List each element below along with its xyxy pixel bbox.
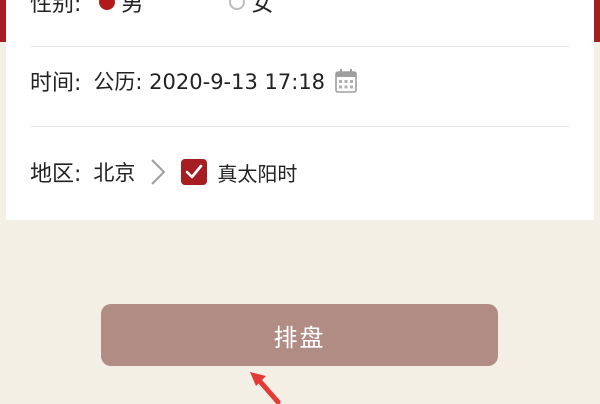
submit-button[interactable]: 排盘 xyxy=(101,304,498,366)
gender-option-label: 女 xyxy=(251,0,274,17)
chevron-right-icon[interactable] xyxy=(149,157,167,187)
region-value[interactable]: 北京 xyxy=(93,157,135,187)
time-row[interactable]: 时间: 公历: 2020-9-13 17:18 xyxy=(30,61,570,101)
time-label: 时间: xyxy=(30,71,82,96)
region-label: 地区: xyxy=(30,162,82,187)
gender-option-male[interactable]: 男 xyxy=(99,0,143,18)
gender-option-female[interactable]: 女 xyxy=(229,0,273,18)
annotation-arrow-icon xyxy=(250,372,281,404)
time-value[interactable]: 公历: 2020-9-13 17:18 xyxy=(93,66,325,96)
true-solar-time-label[interactable]: 真太阳时 xyxy=(217,158,297,187)
form-card: 性别: 男 女 时间: 公历: 2020-9-13 17:18 地区: 北京 真… xyxy=(6,0,594,220)
radio-selected-icon[interactable] xyxy=(99,0,116,10)
gender-label: 性别: xyxy=(30,0,82,17)
true-solar-time-checkbox[interactable] xyxy=(181,159,208,185)
calendar-icon[interactable] xyxy=(335,69,357,93)
gender-row: 性别: 男 女 xyxy=(30,0,570,22)
radio-unselected-icon[interactable] xyxy=(229,0,246,10)
gender-option-label: 男 xyxy=(121,0,144,17)
divider xyxy=(30,126,570,127)
check-icon xyxy=(186,164,203,179)
divider xyxy=(30,46,570,47)
region-row[interactable]: 地区: 北京 真太阳时 xyxy=(30,152,570,192)
right-accent-bar xyxy=(594,0,600,42)
